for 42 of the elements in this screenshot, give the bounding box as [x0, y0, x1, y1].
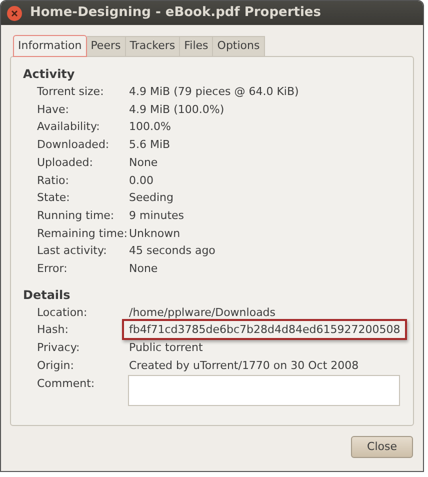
field-value: fb4f71cd3785de6bc7b28d4d84ed615927200508	[122, 319, 408, 340]
field-label: Comment:	[37, 376, 96, 392]
field-label: Running time:	[37, 208, 116, 224]
field-label: Hash:	[37, 322, 70, 338]
tab[interactable]: Options	[213, 36, 265, 56]
tab[interactable]: Peers	[86, 36, 126, 56]
close-icon[interactable]	[7, 6, 22, 20]
field-label: Ratio:	[37, 172, 70, 189]
field-value: None	[129, 154, 158, 171]
field-value: 100.0%	[129, 119, 171, 136]
tab[interactable]: Files	[180, 36, 214, 56]
close-button[interactable]: Close	[351, 436, 413, 458]
field-value: 9 minutes	[129, 208, 184, 224]
tab[interactable]: Trackers	[126, 36, 180, 56]
field-label: Torrent size:	[37, 84, 105, 100]
field-value: None	[129, 261, 158, 278]
field-value: 45 seconds ago	[129, 243, 216, 260]
field-label: Location:	[37, 304, 88, 321]
field-value: Public torrent	[129, 340, 203, 356]
field-label: Privacy:	[37, 340, 81, 356]
field-label: Downloaded:	[37, 137, 110, 154]
field-value: 0.00	[129, 172, 154, 189]
field-value: Seeding	[129, 190, 174, 206]
field-value: 5.6 MiB	[129, 137, 170, 154]
field-value: /home/pplware/Downloads	[129, 304, 276, 321]
field-value: Unknown	[129, 226, 180, 242]
tab[interactable]: Information	[13, 35, 87, 57]
field-value: 4.9 MiB (100.0%)	[129, 102, 224, 118]
field-label: Availability:	[37, 119, 101, 136]
field-label: Uploaded:	[37, 154, 94, 171]
field-label: Error:	[37, 261, 68, 278]
comment-field[interactable]	[128, 374, 400, 406]
field-label: Have:	[37, 102, 70, 118]
field-label: State:	[37, 190, 71, 206]
field-value: Created by uTorrent/1770 on 30 Oct 2008	[129, 358, 359, 374]
field-label: Last activity:	[37, 243, 108, 260]
section-heading: Details	[23, 286, 72, 304]
window-title: Home-Designing - eBook.pdf Properties	[30, 4, 321, 22]
field-value: 4.9 MiB (79 pieces @ 64.0 KiB)	[129, 84, 299, 100]
field-label: Origin:	[37, 358, 75, 374]
field-label: Remaining time:	[37, 226, 128, 242]
section-heading: Activity	[23, 66, 76, 83]
